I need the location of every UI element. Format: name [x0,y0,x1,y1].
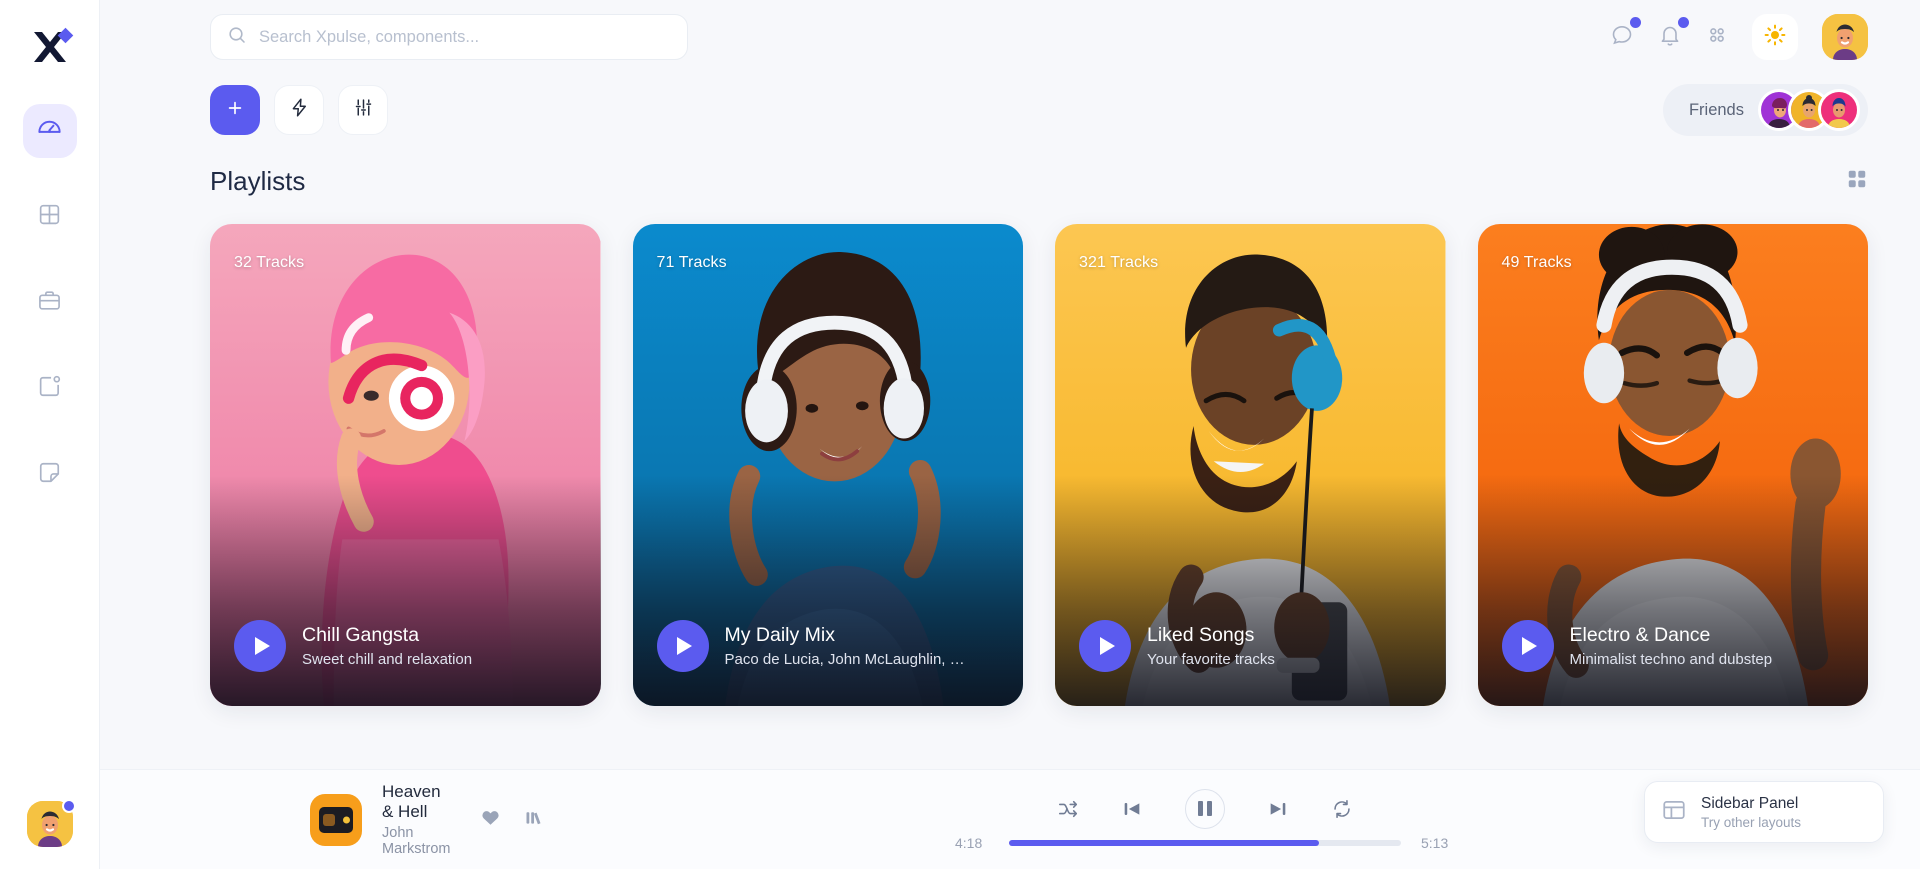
playlist-card[interactable]: 321 Tracks Liked Songs Your favorite tra… [1055,224,1446,706]
playlist-subtitle: Sweet chill and relaxation [302,651,473,668]
card-footer: Chill Gangsta Sweet chill and relaxation [234,620,581,672]
play-button[interactable] [234,620,286,672]
chat-bubble-icon [1610,23,1634,52]
search-input[interactable] [259,27,671,47]
gauge-icon [36,115,63,147]
messages-badge [1630,16,1641,28]
quick-actions-button[interactable] [274,85,324,135]
add-button[interactable] [210,85,260,135]
sliders-icon [353,97,374,123]
album-artwork[interactable] [310,793,362,846]
notifications-badge [1678,16,1689,28]
grid-view-toggle[interactable] [1846,168,1868,195]
playlist-subtitle: Minimalist techno and dubstep [1569,651,1773,668]
progress-row: 4:18 5:13 [955,835,1455,851]
action-toolbar: Friends [100,74,1920,146]
play-button[interactable] [656,620,709,672]
track-count-badge: 32 Tracks [234,254,305,271]
briefcase-icon [37,288,62,318]
play-icon [254,637,270,655]
filters-button[interactable] [338,85,388,135]
playlist-title: My Daily Mix [724,624,836,646]
total-time: 5:13 [1421,834,1449,851]
section-header: Playlists [100,146,1920,216]
now-playing-text: Heaven & Hell John Markstrom [382,782,450,857]
friends-pill[interactable]: Friends [1662,84,1868,136]
sidebar-panel-hint[interactable]: Sidebar Panel Try other layouts [1644,781,1884,843]
sidebar-item-tasks[interactable] [23,362,77,416]
playlist-card[interactable]: 32 Tracks Chill Gangsta Sweet chill and … [210,224,601,706]
play-button[interactable] [1079,620,1131,672]
bell-icon [1658,23,1682,52]
user-avatar-button[interactable] [1822,14,1868,60]
progress-bar[interactable] [1009,839,1401,846]
card-footer: Electro & Dance Minimalist techno and du… [1501,620,1849,672]
grid-icon [37,202,62,232]
track-artist: John Markstrom [382,825,451,857]
bolt-icon [289,97,310,123]
friends-avatar-stack [1758,89,1860,131]
notifications-button[interactable] [1658,16,1689,52]
playlist-title: Chill Gangsta [302,624,420,646]
four-dots-icon [1706,24,1728,51]
sidebar-item-projects[interactable] [23,276,77,330]
track-count-badge: 321 Tracks [1079,254,1159,271]
theme-toggle-button[interactable] [1752,14,1798,60]
square-notification-icon [37,374,62,404]
left-sidebar [0,0,100,869]
sidebar-item-notes[interactable] [23,448,77,502]
grid-view-icon [1846,168,1868,195]
play-pause-button[interactable] [1185,788,1225,829]
playlist-title: Electro & Dance [1569,624,1711,646]
pause-icon [1198,801,1203,816]
progress-fill [1009,839,1319,846]
sticker-icon [37,460,62,490]
messages-button[interactable] [1610,16,1641,52]
next-button[interactable] [1267,798,1289,820]
top-bar [100,0,1920,74]
search-bar[interactable] [210,14,688,60]
app-logo[interactable] [22,18,78,74]
sidebar-item-apps[interactable] [23,190,77,244]
hint-title: Sidebar Panel [1701,794,1799,812]
previous-button[interactable] [1121,798,1143,820]
search-icon [227,25,247,50]
layout-panel-icon [1661,797,1687,828]
friend-avatar-3[interactable] [1818,89,1860,131]
player-controls [1057,788,1353,829]
now-playing: Heaven & Hell John Markstrom [110,782,541,857]
playlist-subtitle: Paco de Lucia, John McLaughlin, … [724,651,965,668]
play-icon [677,637,692,655]
playlist-title: Liked Songs [1147,624,1255,646]
playlist-card[interactable]: 71 Tracks My Daily Mix Paco de Lucia, Jo… [632,224,1023,706]
track-count-badge: 71 Tracks [656,254,727,271]
sun-icon [1763,23,1787,52]
sidebar-item-dashboard[interactable] [22,104,77,158]
card-footer: My Daily Mix Paco de Lucia, John McLaugh… [656,620,1004,672]
play-icon [1522,637,1537,655]
page-title: Playlists [210,165,306,196]
apps-button[interactable] [1706,24,1728,51]
playlist-card[interactable]: 49 Tracks Electro & Dance Minimalist tec… [1477,224,1868,706]
playlist-subtitle: Your favorite tracks [1147,651,1275,668]
repeat-button[interactable] [1331,798,1353,820]
heart-icon[interactable] [480,807,501,833]
plus-icon [225,98,245,123]
friends-label: Friends [1688,100,1744,119]
vinyl-record-icon [319,806,353,833]
top-bar-actions [1610,14,1868,60]
play-icon [1099,637,1115,655]
online-status-dot [61,799,76,813]
card-footer: Liked Songs Your favorite tracks [1079,620,1426,672]
track-title: Heaven & Hell [382,782,441,821]
track-count-badge: 49 Tracks [1501,254,1572,271]
hint-subtitle: Try other layouts [1701,814,1802,830]
sidebar-profile-avatar[interactable] [26,799,76,847]
shuffle-button[interactable] [1057,798,1079,820]
current-time: 4:18 [955,834,983,851]
sidebar-nav [22,104,77,502]
main-area: Friends [100,0,1920,869]
play-button[interactable] [1501,620,1554,672]
